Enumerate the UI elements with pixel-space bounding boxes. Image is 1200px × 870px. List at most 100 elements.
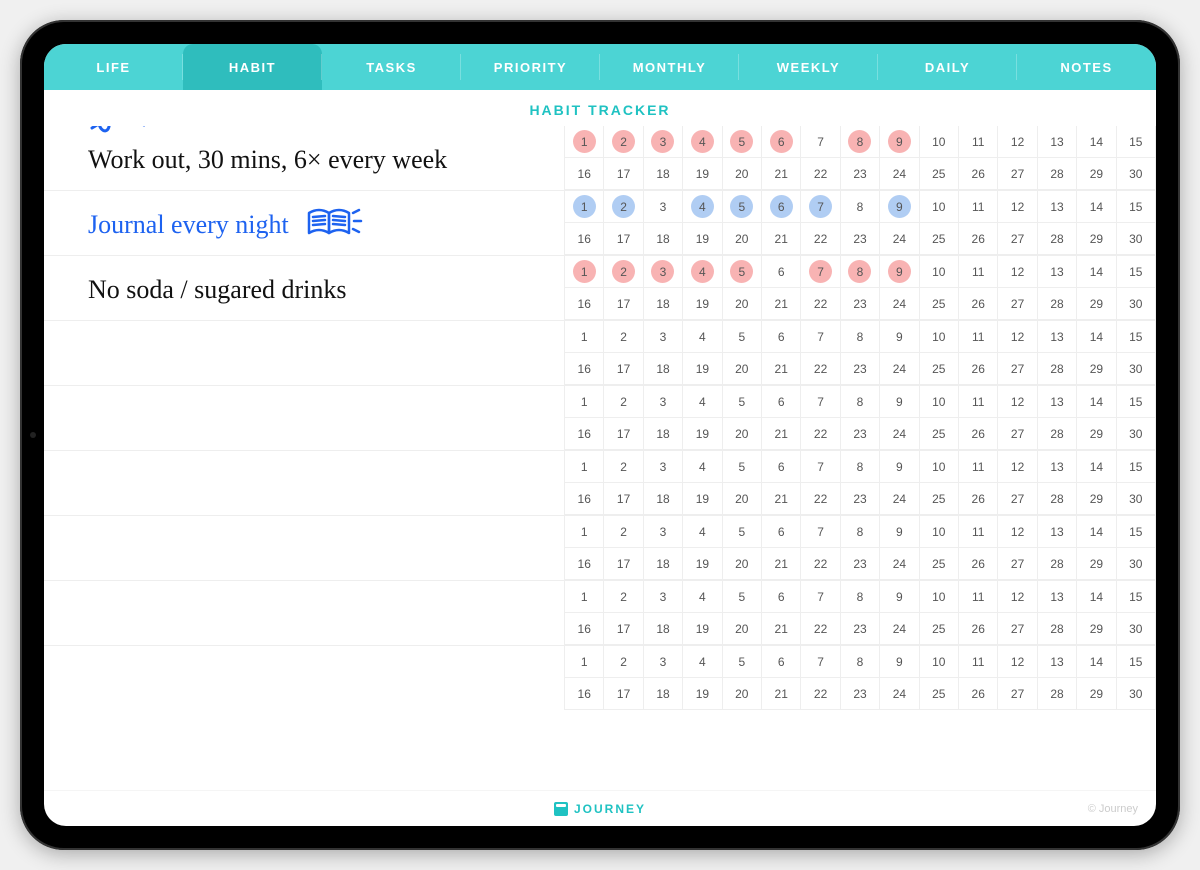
day-cell[interactable]: 26 bbox=[959, 418, 998, 450]
day-cell[interactable]: 13 bbox=[1038, 581, 1077, 613]
day-cell[interactable]: 30 bbox=[1117, 418, 1156, 450]
day-cell[interactable]: 3 bbox=[644, 451, 683, 483]
day-cell[interactable]: 10 bbox=[920, 386, 959, 418]
day-cell[interactable]: 14 bbox=[1077, 451, 1116, 483]
day-cell[interactable]: 26 bbox=[959, 288, 998, 320]
tab-weekly[interactable]: WEEKLY bbox=[739, 44, 878, 90]
day-cell[interactable]: 16 bbox=[565, 223, 604, 255]
tab-monthly[interactable]: MONTHLY bbox=[600, 44, 739, 90]
day-cell[interactable]: 19 bbox=[683, 223, 722, 255]
day-cell[interactable]: 24 bbox=[880, 223, 919, 255]
day-cell[interactable]: 21 bbox=[762, 353, 801, 385]
day-cell[interactable]: 7 bbox=[801, 386, 840, 418]
day-cell[interactable]: 8 bbox=[841, 581, 880, 613]
day-cell[interactable]: 25 bbox=[920, 483, 959, 515]
day-cell[interactable]: 13 bbox=[1038, 256, 1077, 288]
day-cell[interactable]: 1 bbox=[565, 386, 604, 418]
day-cell[interactable]: 28 bbox=[1038, 223, 1077, 255]
day-cell[interactable]: 16 bbox=[565, 353, 604, 385]
day-cell[interactable]: 2 bbox=[604, 451, 643, 483]
day-cell[interactable]: 12 bbox=[998, 126, 1037, 158]
day-cell[interactable]: 15 bbox=[1117, 581, 1156, 613]
tab-tasks[interactable]: TASKS bbox=[322, 44, 461, 90]
day-cell[interactable]: 4 bbox=[683, 581, 722, 613]
day-cell[interactable]: 8 bbox=[841, 191, 880, 223]
day-cell[interactable]: 4 bbox=[683, 646, 722, 678]
habit-label[interactable] bbox=[44, 386, 564, 450]
day-cell[interactable]: 14 bbox=[1077, 256, 1116, 288]
footer-brand[interactable]: JOURNEY bbox=[554, 802, 646, 816]
day-cell[interactable]: 15 bbox=[1117, 191, 1156, 223]
day-cell[interactable]: 20 bbox=[723, 418, 762, 450]
day-cell[interactable]: 4 bbox=[683, 126, 722, 158]
day-cell[interactable]: 5 bbox=[723, 581, 762, 613]
day-cell[interactable]: 17 bbox=[604, 483, 643, 515]
day-cell[interactable]: 25 bbox=[920, 353, 959, 385]
day-cell[interactable]: 27 bbox=[998, 613, 1037, 645]
day-cell[interactable]: 22 bbox=[801, 548, 840, 580]
day-cell[interactable]: 13 bbox=[1038, 386, 1077, 418]
day-cell[interactable]: 9 bbox=[880, 191, 919, 223]
day-cell[interactable]: 5 bbox=[723, 516, 762, 548]
day-cell[interactable]: 1 bbox=[565, 646, 604, 678]
habit-label[interactable]: Journal every night bbox=[44, 191, 564, 255]
day-cell[interactable]: 27 bbox=[998, 288, 1037, 320]
day-cell[interactable]: 26 bbox=[959, 613, 998, 645]
day-cell[interactable]: 29 bbox=[1077, 353, 1116, 385]
day-cell[interactable]: 24 bbox=[880, 288, 919, 320]
day-cell[interactable]: 22 bbox=[801, 288, 840, 320]
day-cell[interactable]: 23 bbox=[841, 223, 880, 255]
day-cell[interactable]: 10 bbox=[920, 256, 959, 288]
day-cell[interactable]: 5 bbox=[723, 256, 762, 288]
day-cell[interactable]: 22 bbox=[801, 158, 840, 190]
day-cell[interactable]: 11 bbox=[959, 256, 998, 288]
day-cell[interactable]: 19 bbox=[683, 548, 722, 580]
day-cell[interactable]: 7 bbox=[801, 126, 840, 158]
day-cell[interactable]: 24 bbox=[880, 353, 919, 385]
day-cell[interactable]: 22 bbox=[801, 483, 840, 515]
day-cell[interactable]: 1 bbox=[565, 451, 604, 483]
day-cell[interactable]: 6 bbox=[762, 451, 801, 483]
day-cell[interactable]: 23 bbox=[841, 158, 880, 190]
day-cell[interactable]: 18 bbox=[644, 223, 683, 255]
day-cell[interactable]: 16 bbox=[565, 288, 604, 320]
day-cell[interactable]: 16 bbox=[565, 678, 604, 710]
day-cell[interactable]: 16 bbox=[565, 158, 604, 190]
day-cell[interactable]: 26 bbox=[959, 353, 998, 385]
day-cell[interactable]: 15 bbox=[1117, 451, 1156, 483]
day-cell[interactable]: 4 bbox=[683, 321, 722, 353]
day-cell[interactable]: 9 bbox=[880, 321, 919, 353]
day-cell[interactable]: 30 bbox=[1117, 548, 1156, 580]
day-cell[interactable]: 25 bbox=[920, 418, 959, 450]
day-cell[interactable]: 8 bbox=[841, 321, 880, 353]
day-cell[interactable]: 3 bbox=[644, 191, 683, 223]
day-cell[interactable]: 8 bbox=[841, 386, 880, 418]
day-cell[interactable]: 1 bbox=[565, 516, 604, 548]
day-cell[interactable]: 8 bbox=[841, 646, 880, 678]
day-cell[interactable]: 21 bbox=[762, 223, 801, 255]
day-cell[interactable]: 22 bbox=[801, 223, 840, 255]
day-cell[interactable]: 25 bbox=[920, 223, 959, 255]
day-cell[interactable]: 1 bbox=[565, 191, 604, 223]
day-cell[interactable]: 2 bbox=[604, 321, 643, 353]
day-cell[interactable]: 3 bbox=[644, 256, 683, 288]
day-cell[interactable]: 9 bbox=[880, 646, 919, 678]
day-cell[interactable]: 8 bbox=[841, 516, 880, 548]
day-cell[interactable]: 30 bbox=[1117, 613, 1156, 645]
day-cell[interactable]: 15 bbox=[1117, 516, 1156, 548]
day-cell[interactable]: 23 bbox=[841, 418, 880, 450]
day-cell[interactable]: 21 bbox=[762, 678, 801, 710]
day-cell[interactable]: 20 bbox=[723, 483, 762, 515]
day-cell[interactable]: 11 bbox=[959, 516, 998, 548]
day-cell[interactable]: 23 bbox=[841, 678, 880, 710]
day-cell[interactable]: 19 bbox=[683, 613, 722, 645]
day-cell[interactable]: 2 bbox=[604, 256, 643, 288]
day-cell[interactable]: 15 bbox=[1117, 386, 1156, 418]
day-cell[interactable]: 20 bbox=[723, 678, 762, 710]
day-cell[interactable]: 14 bbox=[1077, 581, 1116, 613]
day-cell[interactable]: 17 bbox=[604, 548, 643, 580]
day-cell[interactable]: 28 bbox=[1038, 483, 1077, 515]
day-cell[interactable]: 17 bbox=[604, 678, 643, 710]
day-cell[interactable]: 22 bbox=[801, 678, 840, 710]
day-cell[interactable]: 27 bbox=[998, 223, 1037, 255]
